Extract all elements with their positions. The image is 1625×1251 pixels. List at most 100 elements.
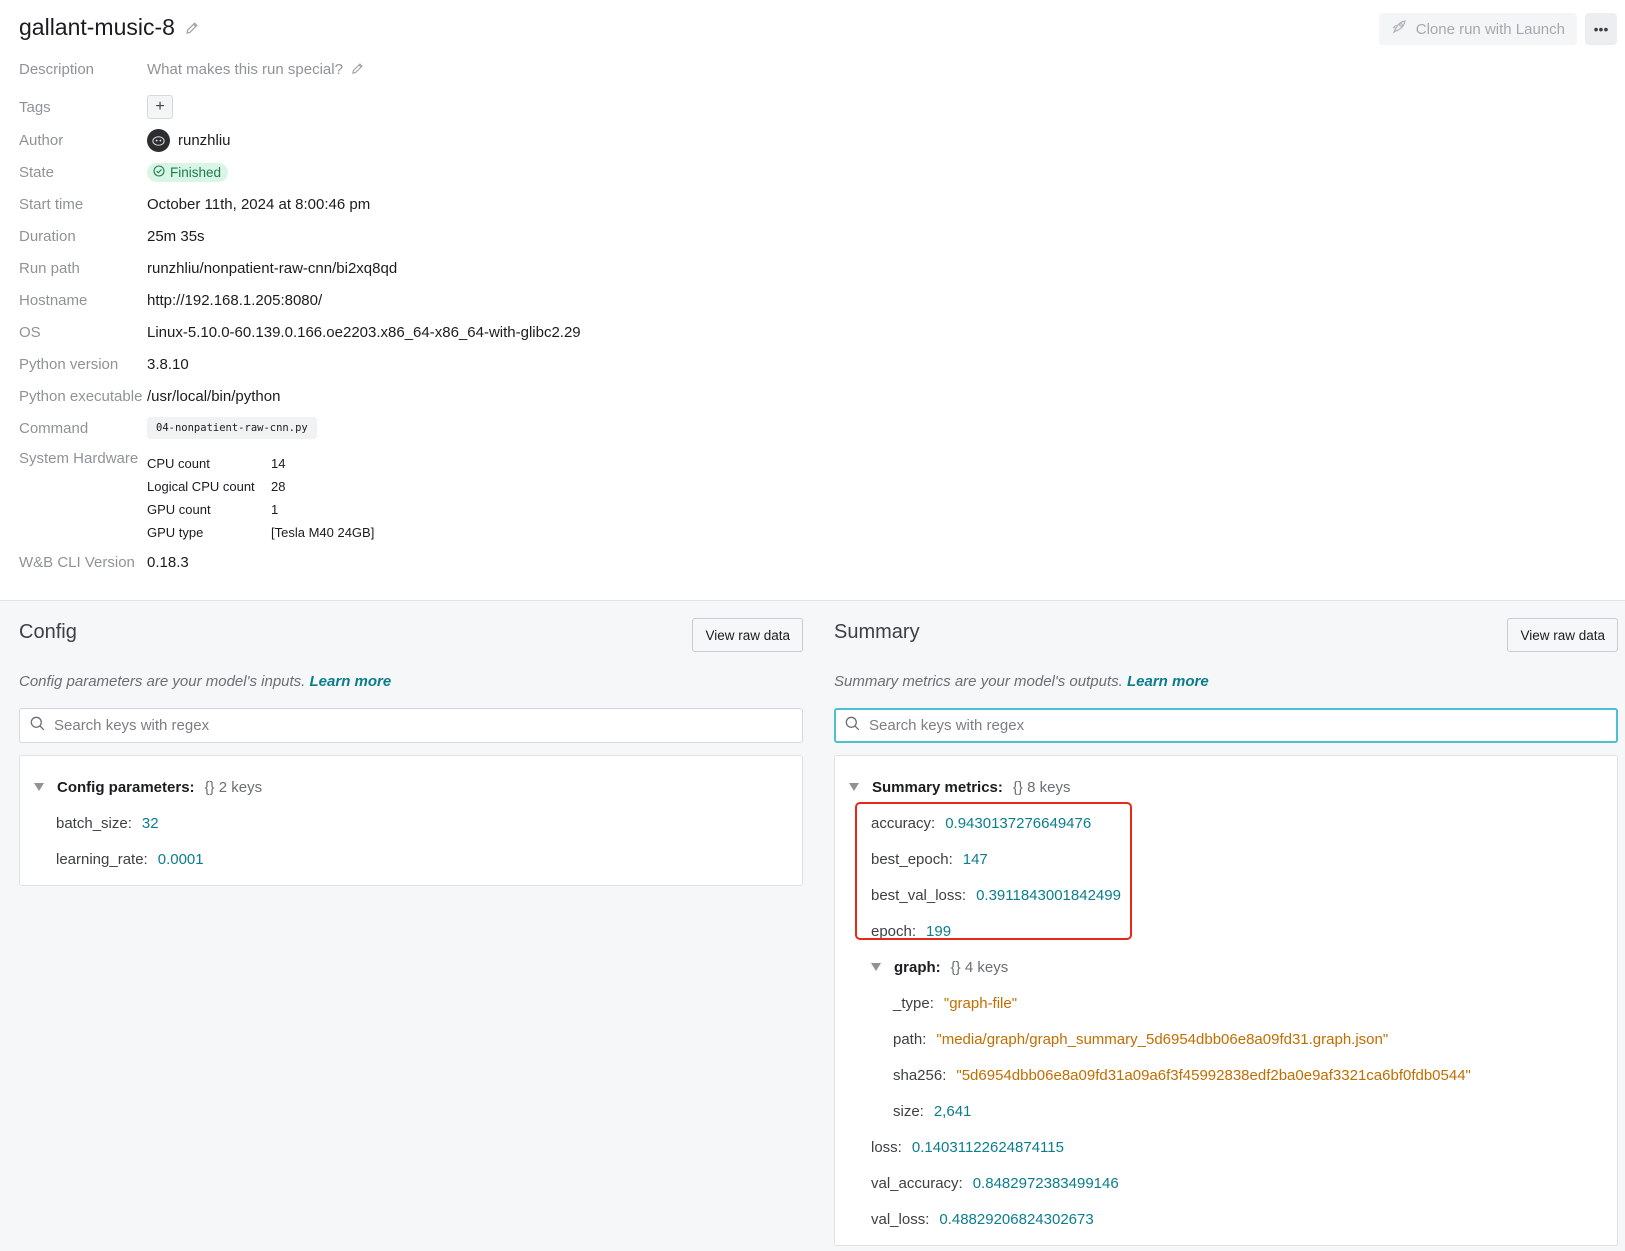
- author-name[interactable]: runzhliu: [178, 132, 231, 149]
- tree-value: "5d6954dbb06e8a09fd31a09a6f3f45992838edf…: [956, 1066, 1471, 1084]
- clone-run-label: Clone run with Launch: [1415, 20, 1565, 38]
- caret-down-icon[interactable]: [871, 963, 881, 971]
- cli-version-value: 0.18.3: [147, 553, 189, 571]
- description-value[interactable]: What makes this run special?: [147, 61, 365, 78]
- start-time-value: October 11th, 2024 at 8:00:46 pm: [147, 195, 371, 213]
- tree-value: 32: [141, 814, 159, 832]
- description-placeholder[interactable]: What makes this run special?: [147, 61, 343, 78]
- hw-key: GPU count: [147, 502, 211, 517]
- run-path-value: runzhliu/nonpatient-raw-cnn/bi2xq8qd: [147, 259, 398, 277]
- python-version-label: Python version: [19, 355, 119, 373]
- graph-meta: {} 4 keys: [950, 958, 1009, 976]
- config-section: Config View raw data Config parameters a…: [19, 601, 803, 886]
- python-executable-row: Python executable /usr/local/bin/python: [19, 380, 919, 412]
- python-executable-value: /usr/local/bin/python: [147, 387, 281, 405]
- tree-value: "graph-file": [943, 994, 1018, 1012]
- config-title: Config: [19, 621, 77, 643]
- config-view-raw-button[interactable]: View raw data: [692, 618, 803, 652]
- config-tree: Config parameters: {} 2 keys batch_size:…: [19, 755, 803, 886]
- description-label: Description: [19, 60, 95, 78]
- hw-value: [Tesla M40 24GB]: [271, 525, 375, 540]
- hostname-value: http://192.168.1.205:8080/: [147, 291, 323, 309]
- edit-title-pencil-icon[interactable]: [185, 21, 199, 35]
- duration-row: Duration 25m 35s: [19, 220, 919, 252]
- tree-key: batch_size:: [56, 814, 132, 832]
- summary-learn-more-link[interactable]: Learn more: [1127, 673, 1209, 690]
- system-hardware-label: System Hardware: [19, 450, 139, 467]
- tree-value: 0.8482972383499146: [972, 1174, 1119, 1192]
- graph-row[interactable]: graph: {} 4 keys: [835, 949, 1617, 985]
- summary-search[interactable]: [834, 708, 1618, 743]
- tree-row: val_accuracy: 0.8482972383499146: [835, 1165, 1617, 1201]
- tree-row: _type: "graph-file": [835, 985, 1617, 1021]
- rocket-icon: [1391, 19, 1407, 39]
- caret-down-icon[interactable]: [34, 783, 44, 791]
- tree-row: path: "media/graph/graph_summary_5d6954d…: [835, 1021, 1617, 1057]
- tree-key: size:: [893, 1102, 924, 1120]
- tree-key: val_accuracy:: [871, 1174, 963, 1192]
- config-root-label: Config parameters:: [57, 778, 195, 796]
- duration-label: Duration: [19, 227, 76, 245]
- start-time-label: Start time: [19, 195, 84, 213]
- state-label: State: [19, 163, 55, 181]
- summary-view-raw-button[interactable]: View raw data: [1507, 618, 1618, 652]
- tree-row: batch_size: 32: [20, 805, 802, 841]
- caret-down-icon[interactable]: [849, 783, 859, 791]
- config-search[interactable]: [19, 708, 803, 743]
- command-label: Command: [19, 419, 89, 437]
- tree-row: sha256: "5d6954dbb06e8a09fd31a09a6f3f459…: [835, 1057, 1617, 1093]
- author-label: Author: [19, 131, 64, 149]
- summary-description-text: Summary metrics are your model's outputs…: [834, 673, 1123, 690]
- python-version-value: 3.8.10: [147, 355, 189, 373]
- summary-root-row[interactable]: Summary metrics: {} 8 keys: [835, 769, 1617, 805]
- cli-version-label: W&B CLI Version: [19, 553, 135, 571]
- hw-key: CPU count: [147, 456, 210, 471]
- author-avatar[interactable]: [147, 128, 170, 152]
- tree-value: "media/graph/graph_summary_5d6954dbb06e8…: [936, 1030, 1389, 1048]
- os-row: OS Linux-5.10.0-60.139.0.166.oe2203.x86_…: [19, 316, 919, 348]
- config-search-input[interactable]: [54, 717, 802, 734]
- tree-row: learning_rate: 0.0001: [20, 841, 802, 877]
- highlight-annotation-box: [855, 802, 1132, 940]
- hw-value: 28: [271, 479, 286, 494]
- config-description: Config parameters are your model's input…: [19, 673, 803, 693]
- author-row: Author runzhliu: [19, 124, 919, 156]
- graph-label: graph:: [894, 958, 941, 976]
- hw-key: Logical CPU count: [147, 479, 255, 494]
- tags-row: Tags +: [19, 90, 919, 124]
- add-tag-button[interactable]: +: [147, 95, 173, 119]
- config-learn-more-link[interactable]: Learn more: [310, 673, 392, 690]
- description-row: Description What makes this run special?: [19, 54, 919, 84]
- tags-label: Tags: [19, 98, 51, 116]
- command-row: Command 04-nonpatient-raw-cnn.py: [19, 412, 919, 444]
- tree-value: 0.14031122624874115: [911, 1138, 1064, 1156]
- top-actions: Clone run with Launch •••: [1378, 13, 1617, 45]
- hostname-row: Hostname http://192.168.1.205:8080/: [19, 284, 919, 316]
- system-hardware-row: System Hardware CPU count 14 Logical CPU …: [19, 450, 919, 540]
- summary-title: Summary: [834, 621, 920, 643]
- hw-value: 1: [271, 502, 279, 517]
- edit-description-pencil-icon[interactable]: [351, 62, 365, 76]
- os-value: Linux-5.10.0-60.139.0.166.oe2203.x86_64-…: [147, 323, 581, 341]
- clone-run-button[interactable]: Clone run with Launch: [1378, 13, 1577, 45]
- tree-row: size: 2,641: [835, 1093, 1617, 1129]
- tree-key: _type:: [893, 994, 934, 1012]
- search-icon: [845, 716, 860, 735]
- run-metadata: Description What makes this run special?…: [19, 54, 919, 578]
- run-path-row: Run path runzhliu/nonpatient-raw-cnn/bi2…: [19, 252, 919, 284]
- config-root-row[interactable]: Config parameters: {} 2 keys: [20, 769, 802, 805]
- tree-key: sha256:: [893, 1066, 947, 1084]
- tree-value: 0.0001: [157, 850, 204, 868]
- start-time-row: Start time October 11th, 2024 at 8:00:46…: [19, 188, 919, 220]
- summary-root-label: Summary metrics:: [872, 778, 1003, 796]
- more-options-button[interactable]: •••: [1585, 13, 1617, 45]
- check-circle-icon: [153, 164, 165, 180]
- summary-search-input[interactable]: [869, 717, 1616, 734]
- hw-key: GPU type: [147, 525, 204, 540]
- tree-key: val_loss:: [871, 1210, 930, 1228]
- hostname-label: Hostname: [19, 291, 88, 309]
- search-icon: [30, 716, 45, 735]
- config-root-meta: {} 2 keys: [204, 778, 263, 796]
- command-code: 04-nonpatient-raw-cnn.py: [147, 417, 317, 439]
- os-label: OS: [19, 323, 41, 341]
